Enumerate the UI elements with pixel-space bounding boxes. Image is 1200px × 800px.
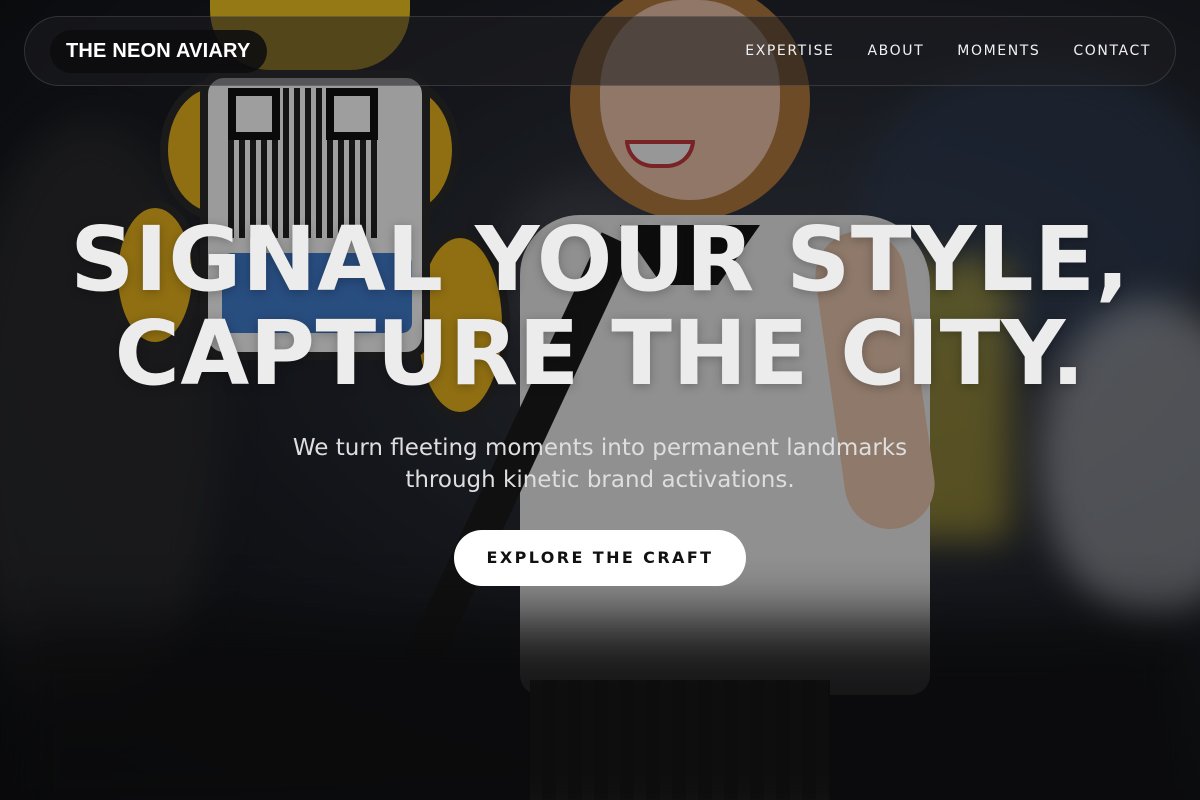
nav-link-about[interactable]: ABOUT (868, 43, 925, 59)
top-navbar: THE NEON AVIARY EXPERTISE ABOUT MOMENTS … (24, 16, 1176, 86)
hero-subtitle: We turn fleeting moments into permanent … (0, 432, 1200, 496)
explore-craft-button[interactable]: EXPLORE THE CRAFT (454, 530, 746, 586)
headline-line-1: SIGNAL YOUR STYLE, (70, 207, 1130, 311)
brand-logo[interactable]: THE NEON AVIARY (50, 29, 267, 73)
headline-line-2: CAPTURE THE CITY. (114, 301, 1086, 405)
subtitle-line-1: We turn fleeting moments into permanent … (292, 435, 908, 461)
hero-headline: SIGNAL YOUR STYLE, CAPTURE THE CITY. (0, 212, 1200, 400)
subtitle-line-2: through kinetic brand activations. (405, 467, 795, 493)
hero-section: SIGNAL YOUR STYLE, CAPTURE THE CITY. We … (0, 212, 1200, 586)
nav-link-contact[interactable]: CONTACT (1073, 43, 1151, 59)
nav-link-moments[interactable]: MOMENTS (957, 43, 1040, 59)
nav-link-expertise[interactable]: EXPERTISE (745, 43, 834, 59)
nav-menu: EXPERTISE ABOUT MOMENTS CONTACT (745, 43, 1151, 59)
